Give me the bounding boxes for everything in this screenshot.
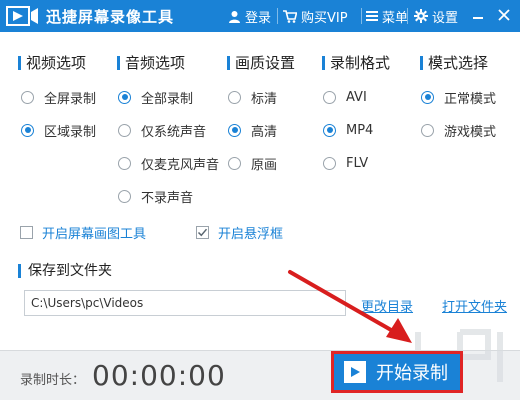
radio-quality-hd[interactable]: 高清 bbox=[228, 121, 278, 140]
radio-dot bbox=[421, 123, 434, 137]
section-video-title: 视频选项 bbox=[18, 53, 86, 73]
radio-label: 全屏录制 bbox=[44, 91, 97, 107]
menu-icon bbox=[366, 11, 378, 21]
settings-label: 设置 bbox=[432, 10, 459, 26]
radio-format-flv[interactable]: FLV bbox=[323, 154, 368, 172]
checkbox-box bbox=[20, 225, 33, 239]
folder-section-title: 保存到文件夹 bbox=[18, 262, 112, 280]
radio-label: 区域录制 bbox=[44, 124, 97, 140]
login-button[interactable]: 登录 bbox=[228, 7, 272, 26]
radio-audio-system[interactable]: 仅系统声音 bbox=[118, 121, 207, 140]
radio-audio-none[interactable]: 不录声音 bbox=[118, 187, 194, 206]
radio-dot bbox=[228, 156, 241, 170]
radio-fullscreen[interactable]: 全屏录制 bbox=[21, 88, 97, 107]
radio-quality-original[interactable]: 原画 bbox=[228, 154, 278, 173]
save-path-input[interactable] bbox=[24, 290, 346, 316]
section-quality-title: 画质设置 bbox=[227, 53, 295, 73]
radio-dot bbox=[421, 90, 434, 104]
radio-dot bbox=[118, 189, 131, 203]
radio-label: 正常模式 bbox=[444, 91, 497, 107]
radio-label: 不录声音 bbox=[141, 190, 194, 206]
radio-label: MP4 bbox=[346, 122, 374, 138]
settings-button[interactable]: 设置 bbox=[414, 7, 459, 26]
minimize-icon bbox=[473, 17, 483, 19]
gear-icon bbox=[414, 9, 428, 23]
radio-dot bbox=[21, 123, 34, 137]
checkbox-floating-frame[interactable]: 开启悬浮框 bbox=[196, 223, 284, 242]
open-folder-link[interactable]: 打开文件夹 bbox=[442, 296, 507, 315]
radio-mode-game[interactable]: 游戏模式 bbox=[421, 121, 497, 140]
close-icon bbox=[498, 9, 510, 21]
radio-format-mp4[interactable]: MP4 bbox=[323, 121, 373, 139]
buy-vip-label: 购买VIP bbox=[301, 10, 348, 26]
timer-value: 00:00:00 bbox=[92, 359, 226, 392]
section-audio-title: 音频选项 bbox=[117, 53, 185, 73]
radio-audio-mic[interactable]: 仅麦克风声音 bbox=[118, 154, 220, 173]
radio-dot bbox=[323, 123, 336, 137]
section-mode-title: 模式选择 bbox=[420, 53, 488, 73]
buy-vip-button[interactable]: 购买VIP bbox=[283, 7, 348, 26]
title-separator bbox=[361, 8, 362, 24]
radio-region[interactable]: 区域录制 bbox=[21, 121, 97, 140]
radio-label: 高清 bbox=[251, 124, 278, 140]
checkbox-drawing-tool[interactable]: 开启屏幕画图工具 bbox=[20, 223, 147, 242]
radio-label: 全部录制 bbox=[141, 91, 194, 107]
login-label: 登录 bbox=[245, 10, 272, 26]
play-icon bbox=[344, 361, 366, 383]
radio-dot bbox=[323, 156, 336, 170]
radio-dot bbox=[118, 123, 131, 137]
radio-dot bbox=[21, 90, 34, 104]
radio-dot bbox=[323, 90, 336, 104]
radio-label: 游戏模式 bbox=[444, 124, 497, 140]
checkbox-label: 开启悬浮框 bbox=[218, 226, 284, 242]
checkmark-icon bbox=[197, 228, 208, 236]
radio-dot bbox=[228, 123, 241, 137]
user-icon bbox=[229, 10, 240, 23]
title-separator bbox=[277, 8, 278, 24]
radio-dot bbox=[118, 156, 131, 170]
radio-label: FLV bbox=[346, 155, 369, 171]
start-record-label: 开始录制 bbox=[376, 363, 448, 384]
radio-label: 仅麦克风声音 bbox=[141, 157, 220, 173]
close-button[interactable] bbox=[493, 4, 515, 26]
radio-quality-sd[interactable]: 标清 bbox=[228, 88, 278, 107]
menu-button[interactable]: 菜单 bbox=[366, 7, 409, 26]
minimize-button[interactable] bbox=[467, 4, 489, 26]
radio-mode-normal[interactable]: 正常模式 bbox=[421, 88, 497, 107]
radio-label: 仅系统声音 bbox=[141, 124, 207, 140]
video-camera-logo-icon bbox=[6, 6, 38, 26]
radio-label: AVI bbox=[346, 89, 367, 105]
radio-dot bbox=[228, 90, 241, 104]
cart-icon bbox=[283, 9, 297, 23]
title-bar: 迅捷屏幕录像工具 登录 购买VIP 菜单 设置 bbox=[0, 0, 520, 32]
radio-audio-all[interactable]: 全部录制 bbox=[118, 88, 194, 107]
radio-dot bbox=[118, 90, 131, 104]
start-record-button[interactable]: 开始录制 bbox=[331, 351, 463, 393]
checkbox-box bbox=[196, 225, 209, 239]
checkbox-label: 开启屏幕画图工具 bbox=[42, 226, 147, 242]
radio-format-avi[interactable]: AVI bbox=[323, 88, 367, 106]
app-title: 迅捷屏幕录像工具 bbox=[46, 8, 175, 26]
menu-label: 菜单 bbox=[382, 10, 409, 26]
radio-label: 标清 bbox=[251, 91, 278, 107]
title-separator bbox=[407, 8, 408, 24]
change-dir-link[interactable]: 更改目录 bbox=[361, 296, 413, 315]
timer-label: 录制时长： bbox=[20, 373, 86, 388]
section-format-title: 录制格式 bbox=[322, 53, 390, 73]
radio-label: 原画 bbox=[251, 157, 278, 173]
